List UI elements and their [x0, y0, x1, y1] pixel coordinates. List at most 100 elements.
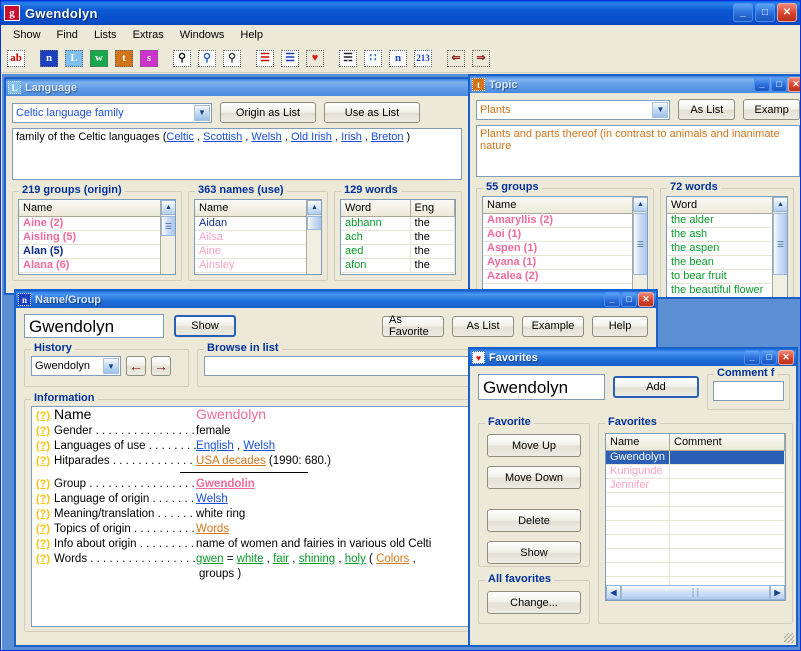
scrollbar-thumb[interactable]: ┆┆: [621, 585, 770, 600]
favorites-name-input[interactable]: Gwendolyn: [478, 374, 605, 400]
table-button[interactable]: ☰: [278, 47, 302, 71]
topic-groups-grid[interactable]: Name Amaryllis (2)Aoi (1)Aspen (1)Ayana …: [482, 196, 648, 299]
origin-as-list-button[interactable]: Origin as List: [220, 102, 316, 123]
table-row[interactable]: [606, 507, 785, 521]
favorites-grid[interactable]: Name Comment GwendolynKunigundeJennifer …: [605, 433, 786, 601]
vertical-scrollbar[interactable]: ▲: [306, 200, 321, 274]
scroll-right-icon[interactable]: ▶: [770, 585, 785, 600]
language-words-grid[interactable]: Word Eng abhanntheachtheaedtheafonthe: [340, 199, 456, 275]
menu-lists[interactable]: Lists: [86, 27, 125, 43]
info-link-meaning[interactable]: white: [237, 553, 264, 565]
language-link[interactable]: Irish: [341, 131, 362, 143]
help-question-icon[interactable]: (?): [36, 454, 50, 469]
source-button[interactable]: s: [137, 47, 161, 71]
menu-windows[interactable]: Windows: [172, 27, 233, 43]
language-link[interactable]: Breton: [371, 131, 403, 143]
info-link-meaning[interactable]: shining: [299, 553, 335, 565]
horizontal-scrollbar[interactable]: ◀ ┆┆ ▶: [606, 585, 785, 600]
comment-input[interactable]: [713, 381, 784, 401]
scroll-left-icon[interactable]: ◀: [606, 585, 621, 600]
as-list-button[interactable]: As List: [452, 316, 514, 337]
table-row[interactable]: to begin to blossom: [667, 298, 787, 299]
name-input[interactable]: Gwendolyn: [24, 314, 164, 338]
info-link[interactable]: Welsh: [243, 440, 275, 452]
info-link[interactable]: Words: [196, 523, 229, 535]
table-row[interactable]: Aisling (5): [19, 231, 175, 245]
chevron-down-icon[interactable]: ▼: [103, 358, 119, 374]
language-combo[interactable]: Celtic language family ▼: [12, 103, 212, 123]
language-names-grid[interactable]: Name AidanAilsaAineAinsley ▲: [194, 199, 322, 275]
numbers-button[interactable]: 213: [411, 47, 435, 71]
table-row[interactable]: Aidan: [195, 217, 321, 231]
table-row[interactable]: afonthe: [341, 259, 455, 273]
move-up-button[interactable]: Move Up: [487, 434, 581, 457]
table-row[interactable]: [606, 563, 785, 577]
window-forward-button[interactable]: ⇒: [469, 47, 493, 71]
maximize-button[interactable]: □: [755, 3, 775, 22]
menu-find[interactable]: Find: [49, 27, 86, 43]
close-button[interactable]: ✕: [777, 3, 797, 22]
language-link[interactable]: Celtic: [166, 131, 194, 143]
info-link[interactable]: English: [196, 440, 234, 452]
paren[interactable]: (: [366, 553, 376, 565]
help-question-icon[interactable]: (?): [36, 477, 50, 492]
abc-lexicon-button[interactable]: ab: [4, 47, 28, 71]
help-question-icon[interactable]: (?): [36, 424, 50, 439]
topic-example-button[interactable]: Examp: [743, 99, 800, 120]
table-row[interactable]: Gwendolyn: [606, 451, 785, 465]
table-row[interactable]: Aspen (1): [483, 242, 647, 256]
table-row[interactable]: achthe: [341, 231, 455, 245]
name-group-minimize-button[interactable]: _: [604, 292, 620, 307]
topic-words-grid[interactable]: Word the alderthe ashthe aspenthe beanto…: [666, 196, 788, 299]
name-group-maximize-button[interactable]: □: [621, 292, 637, 307]
topic-close-button[interactable]: ✕: [788, 77, 801, 92]
scroll-up-icon[interactable]: ▲: [161, 200, 176, 215]
info-link-word[interactable]: gwen: [196, 553, 224, 565]
table-row[interactable]: aedthe: [341, 245, 455, 259]
scrollbar-thumb[interactable]: [307, 216, 322, 230]
as-favorite-button[interactable]: As Favorite: [382, 316, 444, 337]
table-row[interactable]: the bean: [667, 256, 787, 270]
language-link[interactable]: Old Irish: [291, 131, 332, 143]
language-link[interactable]: Welsh: [251, 131, 281, 143]
topic-button[interactable]: t: [112, 47, 136, 71]
search-text-button[interactable]: ⚲: [220, 47, 244, 71]
table-row[interactable]: Aine (2): [19, 217, 175, 231]
minimize-button[interactable]: _: [733, 3, 753, 22]
table-row[interactable]: [606, 521, 785, 535]
help-button[interactable]: Help: [592, 316, 648, 337]
scroll-up-icon[interactable]: ▲: [773, 197, 788, 212]
resize-grip[interactable]: [784, 633, 794, 643]
help-question-icon[interactable]: (?): [36, 522, 50, 537]
menu-extras[interactable]: Extras: [125, 27, 172, 43]
window-back-button[interactable]: ⇐: [444, 47, 468, 71]
search-language-button[interactable]: ⚲: [195, 47, 219, 71]
favorites-heart-button[interactable]: ♥: [303, 47, 327, 71]
vertical-scrollbar[interactable]: ▲ ☰: [632, 197, 647, 299]
scroll-up-icon[interactable]: ▲: [307, 200, 322, 215]
table-row[interactable]: Aine: [195, 245, 321, 259]
topic-as-list-button[interactable]: As List: [678, 99, 735, 120]
table-row[interactable]: Ainsley: [195, 259, 321, 273]
history-forward-button[interactable]: →: [151, 356, 171, 376]
people-button[interactable]: ☴: [336, 47, 360, 71]
language-button[interactable]: L: [62, 47, 86, 71]
table-row[interactable]: abhannthe: [341, 217, 455, 231]
scrollbar-thumb[interactable]: ☰: [633, 213, 648, 275]
table-row[interactable]: Jennifer: [606, 479, 785, 493]
word-button[interactable]: w: [87, 47, 111, 71]
help-question-icon[interactable]: (?): [36, 439, 50, 454]
history-combo[interactable]: Gwendolyn ▼: [31, 356, 121, 376]
help-question-icon[interactable]: (?): [36, 537, 50, 552]
table-row[interactable]: Azalea (2): [483, 270, 647, 284]
table-row[interactable]: [606, 535, 785, 549]
info-link[interactable]: USA decades: [196, 455, 266, 467]
info-link-meaning[interactable]: fair: [273, 553, 289, 565]
help-question-icon[interactable]: (?): [36, 552, 50, 567]
use-as-list-button[interactable]: Use as List: [324, 102, 420, 123]
add-favorite-button[interactable]: Add: [613, 376, 699, 398]
scrollbar-track[interactable]: ┆┆: [621, 585, 770, 600]
list-button[interactable]: ☰: [253, 47, 277, 71]
vertical-scrollbar[interactable]: ▲ ☰: [160, 200, 175, 274]
language-groups-grid[interactable]: Name Aine (2)Aisling (5)Alan (5)Alana (6…: [18, 199, 176, 275]
